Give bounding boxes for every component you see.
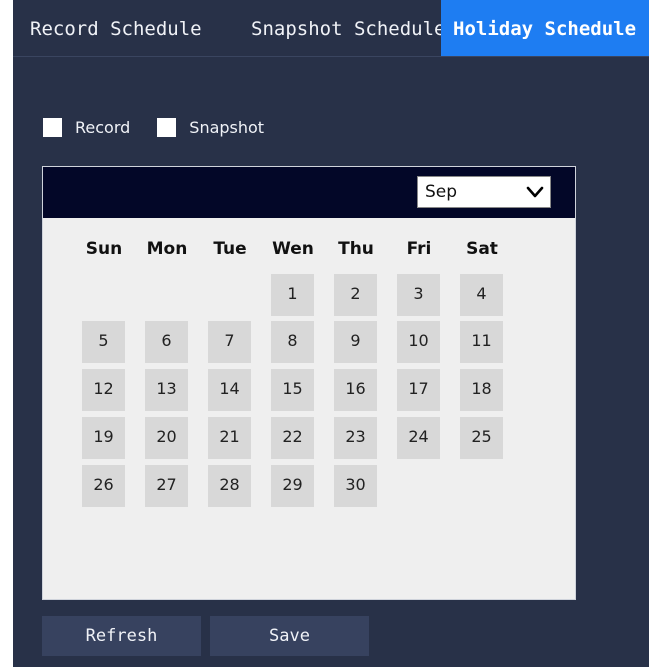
tab-snapshot-schedule[interactable]: Snapshot Schedule — [234, 0, 445, 56]
save-button[interactable]: Save — [210, 616, 369, 656]
calendar-header: Sep — [43, 167, 575, 218]
snapshot-checkbox[interactable]: Snapshot — [157, 117, 265, 137]
calendar-day[interactable]: 11 — [460, 321, 503, 363]
calendar-day[interactable]: 20 — [145, 417, 188, 459]
refresh-button[interactable]: Refresh — [42, 616, 201, 656]
calendar-day[interactable]: 19 — [82, 417, 125, 459]
holiday-calendar: Sep Sun Mon Tue Wen Thu Fri Sat 1 2 3 4 5 6 7 8 9 10 11 12… — [42, 166, 576, 600]
calendar-day[interactable]: 22 — [271, 417, 314, 459]
calendar-day[interactable]: 17 — [397, 369, 440, 411]
weekday-header: Fri — [406, 239, 432, 259]
weekday-header: Sat — [466, 239, 498, 259]
record-checkbox-label: Record — [75, 117, 131, 137]
record-checkbox[interactable]: Record — [43, 117, 131, 137]
record-checkbox-box[interactable] — [43, 117, 62, 137]
calendar-day[interactable]: 7 — [208, 321, 251, 363]
calendar-day[interactable]: 18 — [460, 369, 503, 411]
schedule-tabs: Record Schedule Snapshot Schedule Holida… — [13, 0, 649, 56]
calendar-day[interactable]: 24 — [397, 417, 440, 459]
weekday-header: Wen — [272, 239, 314, 259]
tab-record-schedule[interactable]: Record Schedule — [13, 0, 234, 56]
tab-divider — [13, 56, 649, 57]
snapshot-checkbox-label: Snapshot — [189, 117, 265, 137]
chevron-down-icon — [526, 186, 544, 198]
weekday-header: Tue — [213, 239, 247, 259]
calendar-day[interactable]: 10 — [397, 321, 440, 363]
calendar-day[interactable]: 14 — [208, 369, 251, 411]
schedule-panel: Record Schedule Snapshot Schedule Holida… — [13, 0, 649, 667]
checkbox-row: Record Snapshot — [43, 114, 264, 140]
month-select-value: Sep — [425, 182, 458, 202]
calendar-day[interactable]: 21 — [208, 417, 251, 459]
calendar-day[interactable]: 16 — [334, 369, 377, 411]
calendar-day[interactable]: 15 — [271, 369, 314, 411]
calendar-day[interactable]: 6 — [145, 321, 188, 363]
calendar-day[interactable]: 23 — [334, 417, 377, 459]
calendar-day[interactable]: 3 — [397, 274, 440, 316]
weekday-header: Thu — [338, 239, 374, 259]
calendar-day[interactable]: 29 — [271, 465, 314, 507]
tab-holiday-schedule[interactable]: Holiday Schedule — [441, 0, 649, 56]
calendar-day[interactable]: 4 — [460, 274, 503, 316]
month-select[interactable]: Sep — [417, 176, 551, 208]
calendar-day[interactable]: 26 — [82, 465, 125, 507]
calendar-day[interactable]: 28 — [208, 465, 251, 507]
weekday-header: Sun — [85, 239, 123, 259]
calendar-day[interactable]: 13 — [145, 369, 188, 411]
calendar-day[interactable]: 12 — [82, 369, 125, 411]
calendar-day[interactable]: 9 — [334, 321, 377, 363]
calendar-day[interactable]: 2 — [334, 274, 377, 316]
calendar-day[interactable]: 27 — [145, 465, 188, 507]
snapshot-checkbox-box[interactable] — [157, 117, 177, 137]
calendar-day[interactable]: 5 — [82, 321, 125, 363]
calendar-day[interactable]: 1 — [271, 274, 314, 316]
calendar-day[interactable]: 8 — [271, 321, 314, 363]
calendar-day[interactable]: 25 — [460, 417, 503, 459]
weekday-header: Mon — [146, 239, 188, 259]
calendar-day[interactable]: 30 — [334, 465, 377, 507]
